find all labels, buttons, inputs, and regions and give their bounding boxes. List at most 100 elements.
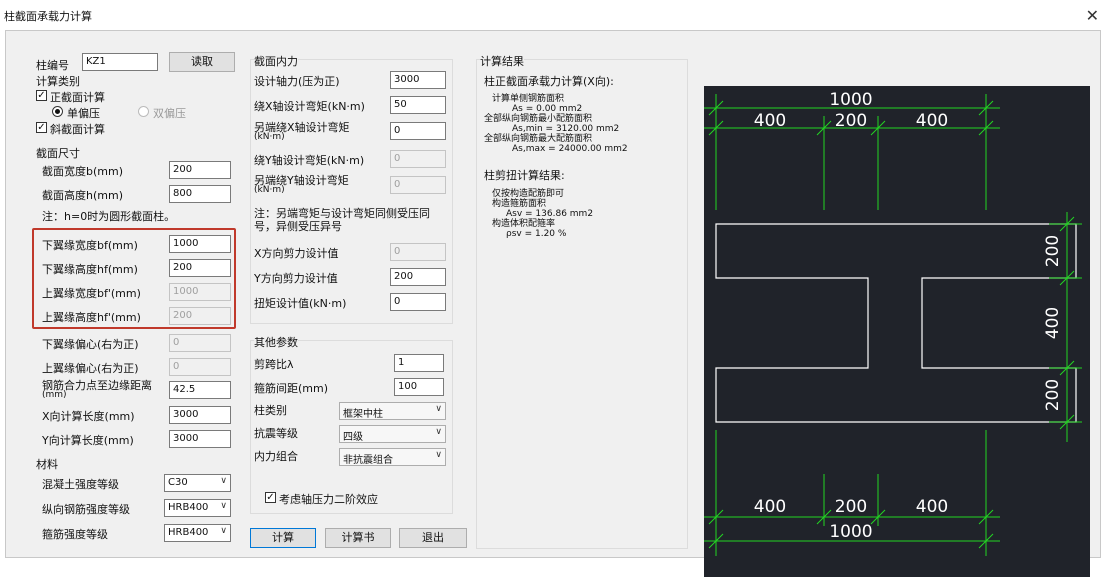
close-icon[interactable]: ✕ bbox=[1086, 6, 1099, 25]
column-type-select[interactable]: 框架中柱 ∨ bbox=[339, 402, 446, 420]
report-button[interactable]: 计算书 bbox=[325, 528, 391, 548]
height-input[interactable]: 800 bbox=[169, 185, 231, 203]
long-rebar-label: 纵向钢筋强度等级 bbox=[42, 503, 130, 516]
dim-top-mid: 200 bbox=[835, 111, 867, 131]
oblique-section-checkbox[interactable]: ✓ bbox=[36, 122, 47, 133]
normal-result-title: 柱正截面承载力计算(X向): bbox=[484, 75, 614, 88]
mx-label: 绕X轴设计弯矩(kN·m) bbox=[254, 100, 365, 113]
dim-right-mid: 400 bbox=[1043, 307, 1063, 339]
construct-only: 仅按构造配筋即可 bbox=[492, 189, 565, 199]
seismic-select[interactable]: 四级 ∨ bbox=[339, 425, 446, 443]
as-value: As = 0.00 mm2 bbox=[512, 104, 583, 114]
combo-select[interactable]: 非抗震组合 ∨ bbox=[339, 448, 446, 466]
dim-bottom-total: 1000 bbox=[829, 522, 872, 542]
hf-input[interactable]: 200 bbox=[169, 259, 231, 277]
my-input[interactable]: 0 bbox=[390, 150, 446, 168]
axial-label: 设计轴力(压为正) bbox=[254, 75, 340, 88]
i-section-outline bbox=[715, 223, 1077, 423]
normal-section-checkbox[interactable]: ✓ bbox=[36, 90, 47, 101]
shear-result-title: 柱剪扭计算结果: bbox=[484, 169, 565, 182]
vy-input[interactable]: 200 bbox=[390, 268, 446, 286]
chevron-down-icon: ∨ bbox=[435, 427, 442, 437]
window-title: 柱截面承载力计算 bbox=[4, 10, 92, 23]
calc-button[interactable]: 计算 bbox=[250, 528, 316, 548]
bf2-label: 上翼缘宽度bf'(mm) bbox=[42, 287, 141, 300]
moment-note-line2: 号，异侧受压异号 bbox=[254, 220, 342, 233]
bf-input[interactable]: 1000 bbox=[169, 235, 231, 253]
calc-type-label: 计算类别 bbox=[36, 75, 80, 88]
single-eccentric-radio[interactable] bbox=[52, 106, 63, 117]
concrete-value: C30 bbox=[168, 477, 188, 488]
circle-note: 注：h=0时为圆形截面柱。 bbox=[42, 210, 176, 223]
section-size-label: 截面尺寸 bbox=[36, 147, 80, 160]
shear-span-input[interactable]: 1 bbox=[394, 354, 444, 372]
stirrup-label: 箍筋强度等级 bbox=[42, 528, 108, 541]
long-rebar-select[interactable]: HRB400 ∨ bbox=[164, 499, 231, 517]
dim-right-top: 200 bbox=[1043, 235, 1063, 267]
column-number-input[interactable]: KZ1 bbox=[82, 53, 158, 71]
min-area-label: 全部纵向钢筋最小配筋面积 bbox=[484, 114, 593, 124]
section-drawing: 1000 400 200 400 400 200 400 1000 200 40… bbox=[704, 86, 1090, 577]
torque-label: 扭矩设计值(kN·m) bbox=[254, 297, 347, 310]
second-order-checkbox[interactable]: ✓ bbox=[265, 492, 276, 503]
double-eccentric-radio[interactable] bbox=[138, 106, 149, 117]
width-input[interactable]: 200 bbox=[169, 161, 231, 179]
x-length-label: X向计算长度(mm) bbox=[42, 410, 135, 423]
ecc-low-input[interactable]: 0 bbox=[169, 334, 231, 352]
exit-button[interactable]: 退出 bbox=[399, 528, 467, 548]
max-area-value: As,max = 24000.00 mm2 bbox=[512, 144, 628, 154]
vx-input[interactable]: 0 bbox=[390, 243, 446, 261]
dim-bottom-right: 400 bbox=[916, 497, 948, 517]
stirrup-select[interactable]: HRB400 ∨ bbox=[164, 524, 231, 542]
dim-bottom-mid: 200 bbox=[835, 497, 867, 517]
stirrup-spacing-label: 箍筋间距(mm) bbox=[254, 382, 329, 395]
normal-section-label: 正截面计算 bbox=[50, 91, 105, 104]
read-button[interactable]: 读取 bbox=[169, 52, 235, 72]
max-area-label: 全部纵向钢筋最大配筋面积 bbox=[484, 134, 593, 144]
mx2-input[interactable]: 0 bbox=[390, 122, 446, 140]
stirrup-spacing-input[interactable]: 100 bbox=[394, 378, 444, 396]
asv-value: Asv = 136.86 mm2 bbox=[506, 209, 594, 219]
stirrup-area-label: 构造箍筋面积 bbox=[492, 199, 547, 209]
rebar-distance-unit: (mm) bbox=[42, 390, 67, 400]
other-params-label: 其他参数 bbox=[254, 334, 298, 350]
results-title: 计算结果 bbox=[480, 53, 524, 69]
min-area-value: As,min = 3120.00 mm2 bbox=[512, 124, 620, 134]
ecc-low-label: 下翼缘偏心(右为正) bbox=[42, 338, 139, 351]
hf2-input[interactable]: 200 bbox=[169, 307, 231, 325]
dim-bottom-left: 400 bbox=[754, 497, 786, 517]
hf-label: 下翼缘高度hf(mm) bbox=[42, 263, 138, 276]
double-eccentric-label: 双偏压 bbox=[153, 107, 186, 120]
stirrup-value: HRB400 bbox=[168, 527, 209, 538]
mx-input[interactable]: 50 bbox=[390, 96, 446, 114]
torque-input[interactable]: 0 bbox=[390, 293, 446, 311]
title-bar: 柱截面承载力计算 ✕ bbox=[0, 0, 1107, 30]
section-drawing-svg: 1000 400 200 400 400 200 400 1000 200 40… bbox=[704, 90, 1082, 556]
my2-input[interactable]: 0 bbox=[390, 176, 446, 194]
combo-value: 非抗震组合 bbox=[343, 455, 393, 466]
column-type-label: 柱类别 bbox=[254, 404, 287, 417]
material-label: 材料 bbox=[36, 458, 58, 471]
axial-input[interactable]: 3000 bbox=[390, 71, 446, 89]
seismic-value: 四级 bbox=[343, 432, 363, 443]
dimension-labels: 1000 400 200 400 400 200 400 1000 200 40… bbox=[754, 90, 1063, 542]
ecc-up-input[interactable]: 0 bbox=[169, 358, 231, 376]
chevron-down-icon: ∨ bbox=[220, 526, 227, 536]
vy-label: Y方向剪力设计值 bbox=[254, 272, 338, 285]
ecc-up-label: 上翼缘偏心(右为正) bbox=[42, 362, 139, 375]
shear-span-label: 剪跨比λ bbox=[254, 358, 294, 371]
chevron-down-icon: ∨ bbox=[435, 450, 442, 460]
column-number-label: 柱编号 bbox=[36, 59, 69, 72]
concrete-label: 混凝土强度等级 bbox=[42, 478, 119, 491]
seismic-label: 抗震等级 bbox=[254, 427, 298, 440]
second-order-label: 考虑轴压力二阶效应 bbox=[279, 493, 378, 506]
my2-unit: (kN·m) bbox=[254, 185, 285, 195]
rebar-distance-input[interactable]: 42.5 bbox=[169, 381, 231, 399]
y-length-input[interactable]: 3000 bbox=[169, 430, 231, 448]
concrete-select[interactable]: C30 ∨ bbox=[164, 474, 231, 492]
bf2-input[interactable]: 1000 bbox=[169, 283, 231, 301]
mx2-unit: (kN·m) bbox=[254, 132, 285, 142]
x-length-input[interactable]: 3000 bbox=[169, 406, 231, 424]
single-eccentric-label: 单偏压 bbox=[67, 107, 100, 120]
dim-top-right: 400 bbox=[916, 111, 948, 131]
